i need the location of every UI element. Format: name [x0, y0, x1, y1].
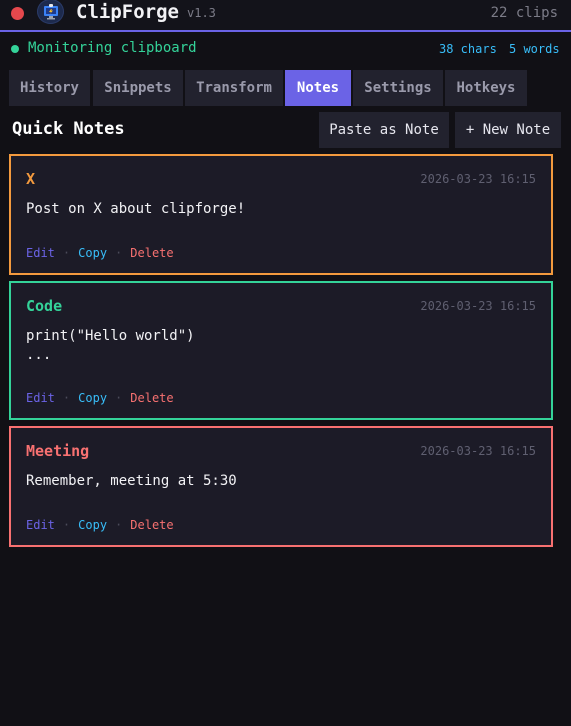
separator: · — [115, 391, 123, 405]
word-count: 5 words — [509, 42, 560, 56]
close-dot-icon[interactable] — [11, 7, 24, 20]
note-actions: Edit · Copy · Delete — [26, 391, 174, 405]
paste-as-note-button[interactable]: Paste as Note — [319, 112, 449, 148]
note-actions: Edit · Copy · Delete — [26, 246, 174, 260]
app-name: ClipForge — [76, 1, 179, 23]
section-title: Quick Notes — [12, 119, 125, 139]
note-card[interactable]: X 2026-03-23 16:15 Post on X about clipf… — [9, 154, 553, 275]
delete-link[interactable]: Delete — [130, 518, 173, 532]
note-body: print("Hello world") ... — [26, 328, 195, 363]
status-text: Monitoring clipboard — [28, 40, 197, 56]
edit-link[interactable]: Edit — [26, 391, 55, 405]
tab-transform[interactable]: Transform — [185, 70, 283, 106]
note-body: Post on X about clipforge! — [26, 201, 246, 217]
note-card[interactable]: Code 2026-03-23 16:15 print("Hello world… — [9, 281, 553, 420]
tab-snippets[interactable]: Snippets — [93, 70, 183, 106]
new-note-button[interactable]: + New Note — [455, 112, 561, 148]
note-title: Meeting — [26, 442, 90, 460]
note-title: Code — [26, 297, 63, 315]
note-timestamp: 2026-03-23 16:15 — [420, 172, 536, 186]
note-timestamp: 2026-03-23 16:15 — [420, 299, 536, 313]
tab-hotkeys[interactable]: Hotkeys — [445, 70, 527, 106]
clip-count: 22 clips — [490, 5, 558, 21]
copy-link[interactable]: Copy — [78, 391, 107, 405]
note-card[interactable]: Meeting 2026-03-23 16:15 Remember, meeti… — [9, 426, 553, 547]
note-timestamp: 2026-03-23 16:15 — [420, 444, 536, 458]
edit-link[interactable]: Edit — [26, 246, 55, 260]
status-indicator-icon — [11, 45, 19, 53]
tab-settings[interactable]: Settings — [353, 70, 443, 106]
separator: · — [62, 246, 71, 260]
tab-notes[interactable]: Notes — [285, 70, 351, 106]
separator: · — [115, 246, 123, 260]
edit-link[interactable]: Edit — [26, 518, 55, 532]
app-version: v1.3 — [187, 6, 216, 20]
clipboard-monitor-icon — [37, 0, 64, 24]
note-body: Remember, meeting at 5:30 — [26, 473, 237, 489]
title-bar: ClipForge v1.3 22 clips — [0, 0, 571, 32]
delete-link[interactable]: Delete — [130, 246, 173, 260]
copy-link[interactable]: Copy — [78, 246, 107, 260]
separator: · — [62, 518, 71, 532]
tab-history[interactable]: History — [9, 70, 90, 106]
char-count: 38 chars — [439, 42, 497, 56]
separator: · — [115, 518, 123, 532]
note-title: X — [26, 170, 36, 188]
separator: · — [62, 391, 71, 405]
note-actions: Edit · Copy · Delete — [26, 518, 174, 532]
delete-link[interactable]: Delete — [130, 391, 173, 405]
copy-link[interactable]: Copy — [78, 518, 107, 532]
